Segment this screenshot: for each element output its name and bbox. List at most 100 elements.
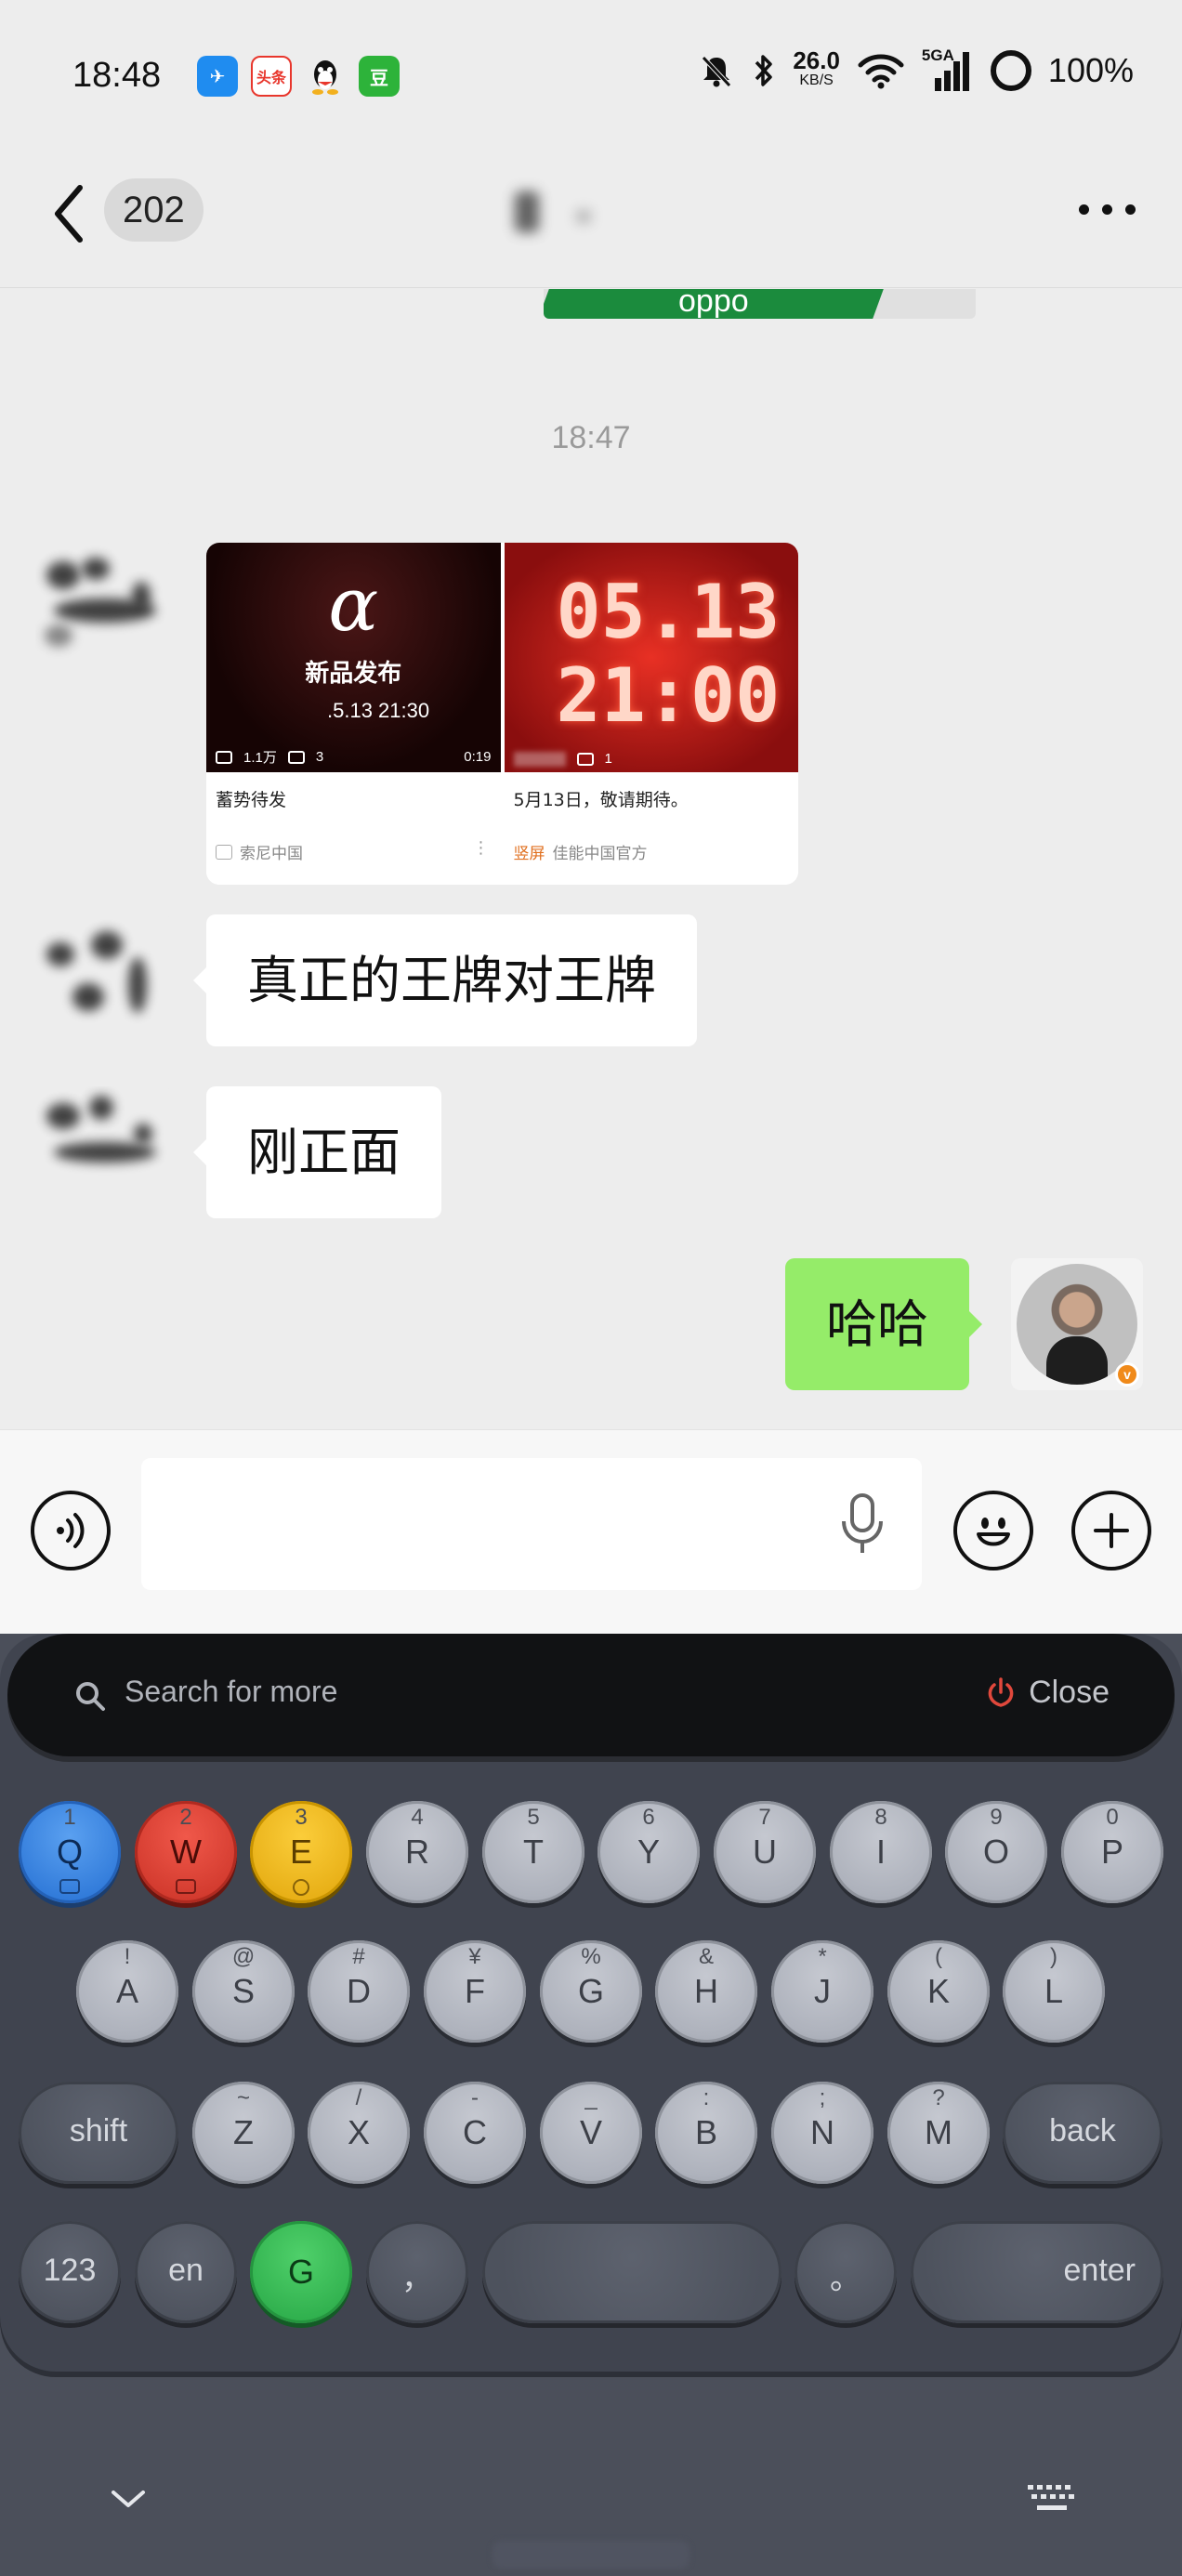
- voice-mode-button[interactable]: [31, 1491, 111, 1571]
- backspace-key[interactable]: back: [1003, 2082, 1162, 2184]
- unread-count-badge[interactable]: 202: [104, 178, 204, 242]
- video-source: 索尼中国: [216, 840, 303, 863]
- back-button[interactable]: [48, 177, 95, 251]
- message-bubble[interactable]: 真正的王牌对王牌: [192, 914, 698, 1046]
- key-c[interactable]: -C: [424, 2082, 526, 2184]
- keyboard-search-bar[interactable]: Search for more Close: [7, 1634, 1175, 1756]
- key-w[interactable]: 2W: [135, 1801, 237, 1903]
- previous-message-card[interactable]: oppo: [544, 289, 976, 319]
- video-thumbnail: α 新品发布 .5.13 21:30 1.1万 3 0:19: [206, 543, 501, 772]
- key-q[interactable]: 1Q: [19, 1801, 121, 1903]
- verified-badge-icon: v: [1115, 1362, 1139, 1387]
- status-bar: 18:48 ✈ 头条 豆 26.0 KB/S 5GA 100%: [0, 0, 1182, 149]
- chevron-left-icon: [55, 185, 83, 243]
- plus-icon: [1094, 1513, 1129, 1548]
- switch-keyboard-button[interactable]: [1026, 2483, 1078, 2518]
- enter-key[interactable]: enter: [911, 2221, 1163, 2323]
- battery-icon: [990, 50, 1031, 91]
- comma-key[interactable]: ，: [366, 2221, 468, 2323]
- numbers-key[interactable]: 123: [19, 2221, 121, 2323]
- key-a[interactable]: ! A: [76, 1940, 178, 2043]
- key-y[interactable]: 6Y: [598, 1801, 700, 1903]
- hide-keyboard-button[interactable]: [104, 2483, 152, 2518]
- video-card[interactable]: 05.13 21:00 1 5月13日，敬请期待。 竖屏 佳能中国官方: [504, 543, 798, 885]
- more-icon[interactable]: ⋮: [473, 838, 490, 858]
- key-d[interactable]: # D: [308, 1940, 410, 2043]
- message-list[interactable]: oppo 18:47 α 新品发布 .5.13 21:30 1.1万 3 0:1…: [0, 289, 1182, 1429]
- dot-icon: [1102, 204, 1112, 215]
- chevron-down-icon: [112, 2491, 145, 2507]
- video-source: 竖屏 佳能中国官方: [513, 845, 648, 863]
- key-f[interactable]: ¥ F: [424, 1940, 526, 2043]
- message-input[interactable]: [141, 1458, 922, 1590]
- google-key[interactable]: G: [250, 2221, 352, 2323]
- emoji-button[interactable]: [953, 1491, 1033, 1571]
- sender-avatar[interactable]: [35, 1086, 171, 1222]
- shared-video-cards: α 新品发布 .5.13 21:30 1.1万 3 0:19 蓄势待发 索尼中国…: [206, 543, 798, 885]
- key-t[interactable]: 5T: [482, 1801, 584, 1903]
- keyboard-close-button[interactable]: Close: [986, 1675, 1110, 1711]
- message-bubble-sent[interactable]: 哈哈: [785, 1258, 983, 1390]
- douban-icon: 豆: [359, 56, 400, 97]
- key-s[interactable]: @ S: [192, 1940, 295, 2043]
- home-indicator[interactable]: [492, 2541, 690, 2569]
- message-input-bar: [0, 1429, 1182, 1634]
- status-indicators: 26.0 KB/S 5GA 100%: [698, 46, 1134, 91]
- bluetooth-icon: [755, 55, 773, 86]
- period-key[interactable]: 。: [795, 2221, 897, 2323]
- key-n[interactable]: ; N: [771, 2082, 873, 2184]
- keyboard-bottom-bar: [0, 2377, 1182, 2576]
- sender-avatar[interactable]: [35, 914, 171, 1050]
- notification-app-icons: ✈ 头条 豆: [197, 56, 400, 97]
- key-x[interactable]: / X: [308, 2082, 410, 2184]
- key-k[interactable]: (K: [887, 1940, 990, 2043]
- my-avatar[interactable]: v: [1011, 1258, 1143, 1390]
- voice-icon: [57, 1513, 85, 1548]
- key-o[interactable]: 9O: [945, 1801, 1047, 1903]
- comment-icon: [287, 750, 305, 764]
- qq-icon: [305, 56, 346, 97]
- key-z[interactable]: ~ Z: [192, 2082, 295, 2184]
- key-l[interactable]: ) L: [1003, 1940, 1105, 2043]
- video-thumbnail: 05.13 21:00 1: [504, 543, 798, 772]
- network-speed: 26.0 KB/S: [793, 46, 840, 88]
- cellular-signal-icon: 5GA: [922, 46, 974, 91]
- channel-icon: [216, 844, 232, 860]
- space-key[interactable]: [482, 2221, 781, 2323]
- key-h[interactable]: & H: [655, 1940, 757, 2043]
- toutiao-icon: 头条: [251, 56, 292, 97]
- key-m[interactable]: ? M: [887, 2082, 990, 2184]
- key-u[interactable]: 7U: [714, 1801, 816, 1903]
- key-e[interactable]: 3E: [250, 1801, 352, 1903]
- video-card[interactable]: α 新品发布 .5.13 21:30 1.1万 3 0:19 蓄势待发 索尼中国…: [206, 543, 501, 885]
- key-r[interactable]: 4R: [366, 1801, 468, 1903]
- key-j[interactable]: * J: [771, 1940, 873, 2043]
- video-description: 5月13日，敬请期待。: [513, 790, 689, 810]
- chat-title-redacted: [502, 186, 613, 242]
- key-b[interactable]: :B: [655, 2082, 757, 2184]
- message-timestamp: 18:47: [551, 420, 631, 455]
- microphone-icon[interactable]: [834, 1492, 890, 1560]
- keyboard-panel: Search for more Close 1Q 2W 3E 4R 5T 6Y …: [0, 1634, 1182, 2377]
- feishu-icon: ✈: [197, 56, 238, 97]
- language-key[interactable]: en: [135, 2221, 237, 2323]
- chat-header: 202: [0, 149, 1182, 288]
- more-options-button[interactable]: [1079, 204, 1136, 215]
- key-i[interactable]: 8I: [830, 1801, 932, 1903]
- smiley-icon: [977, 1518, 1010, 1546]
- battery-percent: 100%: [1047, 51, 1134, 89]
- status-time: 18:48: [72, 56, 162, 95]
- dot-icon: [1079, 204, 1089, 215]
- key-g[interactable]: % G: [540, 1940, 642, 2043]
- more-functions-button[interactable]: [1071, 1491, 1151, 1571]
- mute-icon: [702, 56, 732, 87]
- message-bubble[interactable]: 刚正面: [192, 1086, 442, 1218]
- key-v[interactable]: _ V: [540, 2082, 642, 2184]
- sender-avatar[interactable]: [35, 541, 171, 677]
- soft-keyboard: Search for more Close 1Q 2W 3E 4R 5T 6Y …: [0, 1634, 1182, 2576]
- key-p[interactable]: 0P: [1061, 1801, 1163, 1903]
- shift-key[interactable]: shift: [19, 2082, 178, 2184]
- dot-icon: [1125, 204, 1136, 215]
- video-description: 蓄势待发: [216, 790, 287, 810]
- search-icon: [76, 1682, 105, 1711]
